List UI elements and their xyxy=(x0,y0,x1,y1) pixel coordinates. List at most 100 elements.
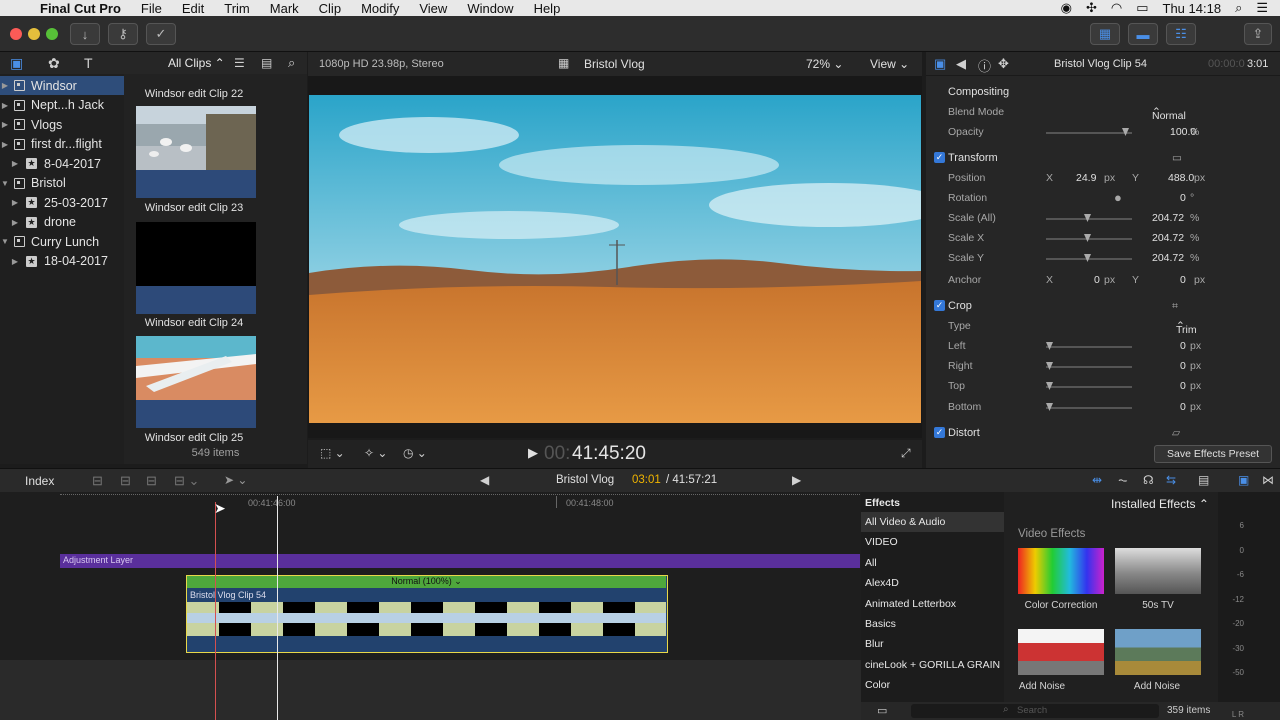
menu-trim[interactable]: Trim xyxy=(224,1,250,16)
50s-tv-tile[interactable] xyxy=(1115,548,1201,594)
record-icon[interactable]: ◉ xyxy=(1061,0,1072,16)
clip-name-24[interactable]: Windsor edit Clip 24 xyxy=(124,317,264,329)
effects-category-8[interactable]: cineLook + GORILLA GRAIN xyxy=(861,655,1004,675)
add-noise-label-1[interactable]: Add Noise xyxy=(992,681,1092,692)
sidebar-toggle-icon[interactable]: ▭ xyxy=(877,704,887,717)
effects-category-7[interactable]: Blur xyxy=(861,634,1004,654)
disclosure-triangle-icon[interactable]: ▼ xyxy=(0,179,10,188)
scale-y-value[interactable]: 204.72 xyxy=(1152,252,1184,264)
library-item-8[interactable]: ▶ ★ drone xyxy=(0,213,124,232)
show-browser-button[interactable]: ▦ xyxy=(1090,23,1120,45)
color-correction-label[interactable]: Color Correction xyxy=(1011,600,1111,611)
headphones-icon[interactable]: ☊ xyxy=(1143,473,1154,487)
effects-category-4[interactable]: Alex4D xyxy=(861,573,1004,593)
wifi-icon[interactable]: ◠ xyxy=(1111,0,1122,16)
add-noise-tile-2[interactable] xyxy=(1115,629,1201,675)
battery-icon[interactable]: ▭ xyxy=(1136,0,1148,16)
crop-top-value[interactable]: 0 xyxy=(1180,380,1186,392)
library-item-6[interactable]: ▼ Bristol xyxy=(0,174,124,193)
crop-section[interactable]: ✓ Crop ⌗ xyxy=(926,296,1280,316)
menu-window[interactable]: Window xyxy=(467,1,513,16)
minimize-window-button[interactable] xyxy=(28,28,40,40)
clip-thumbnail-23[interactable] xyxy=(136,106,256,198)
scale-all-slider[interactable] xyxy=(1046,214,1132,222)
disclosure-triangle-icon[interactable]: ▶ xyxy=(0,101,10,110)
skimming-icon[interactable]: ⇹ xyxy=(1092,473,1102,487)
zoom-popup[interactable]: 72% ⌄ xyxy=(806,57,843,71)
primary-clip[interactable]: Normal (100%) ⌄ Bristol Vlog Clip 54 xyxy=(186,575,668,653)
scale-y-slider[interactable] xyxy=(1046,254,1132,262)
disclosure-triangle-icon[interactable]: ▶ xyxy=(10,198,20,207)
disclosure-triangle-icon[interactable]: ▶ xyxy=(10,257,20,266)
extension-icon[interactable]: ✣ xyxy=(1086,0,1097,16)
crop-type-popup[interactable]: Trim ⌃ xyxy=(1176,320,1197,336)
opacity-slider[interactable] xyxy=(1046,128,1132,136)
clip-name-25[interactable]: Windsor edit Clip 25 xyxy=(124,432,264,444)
transform-menu-icon[interactable]: ⬚ ⌄ xyxy=(320,446,345,460)
add-noise-label-2[interactable]: Add Noise xyxy=(1107,681,1207,692)
clip-mode-bar[interactable]: Normal (100%) ⌄ xyxy=(187,576,666,588)
rotation-dial[interactable]: ● xyxy=(1114,190,1122,205)
apple-icon[interactable] xyxy=(14,1,28,15)
crop-left-value[interactable]: 0 xyxy=(1180,340,1186,352)
info-inspector-icon[interactable]: ⓘ xyxy=(978,56,991,75)
effects-category-5[interactable]: Animated Letterbox xyxy=(861,594,1004,614)
effects-category-1[interactable]: All Video & Audio xyxy=(861,512,1004,532)
effects-browser-icon[interactable]: ▣ xyxy=(1238,473,1249,487)
effects-search-field[interactable]: ⌕ Search xyxy=(911,704,1159,718)
menu-edit[interactable]: Edit xyxy=(182,1,204,16)
transform-inspector-icon[interactable]: ✥ xyxy=(998,56,1009,72)
close-window-button[interactable] xyxy=(10,28,22,40)
view-popup[interactable]: View ⌄ xyxy=(870,57,909,71)
zoom-window-button[interactable] xyxy=(46,28,58,40)
library-item-4[interactable]: ▶ first dr...flight xyxy=(0,135,124,154)
import-button[interactable]: ↓ xyxy=(70,23,100,45)
menu-modify[interactable]: Modify xyxy=(361,1,399,16)
keywords-button[interactable]: ⚷ xyxy=(108,23,138,45)
clip-appearance-icon[interactable]: ☰ xyxy=(234,56,245,70)
disclosure-triangle-icon[interactable]: ▶ xyxy=(10,159,20,168)
disclosure-triangle-icon[interactable]: ▶ xyxy=(10,218,20,227)
transform-onscreen-icon[interactable]: ▭ xyxy=(1172,152,1182,164)
fullscreen-icon[interactable]: ⤢ xyxy=(901,446,911,461)
video-frame[interactable] xyxy=(309,95,921,423)
compositing-section[interactable]: Compositing xyxy=(926,82,1280,102)
share-button[interactable]: ⇪ xyxy=(1244,23,1272,45)
anchor-x-value[interactable]: 0 xyxy=(1094,274,1100,286)
crop-left-slider[interactable] xyxy=(1046,342,1132,350)
crop-right-value[interactable]: 0 xyxy=(1180,360,1186,372)
adjustment-layer-clip[interactable]: Adjustment Layer xyxy=(60,554,860,568)
anchor-y-value[interactable]: 0 xyxy=(1180,274,1186,286)
insert-clip-icon[interactable]: ⊟ xyxy=(120,473,131,489)
clip-appearance-icon[interactable]: ▤ xyxy=(1198,473,1209,487)
snapping-icon[interactable]: ⇆ xyxy=(1166,473,1176,487)
menu-help[interactable]: Help xyxy=(534,1,561,16)
video-inspector-icon[interactable]: ▣ xyxy=(934,56,946,72)
scale-all-value[interactable]: 204.72 xyxy=(1152,212,1184,224)
crop-bottom-value[interactable]: 0 xyxy=(1180,401,1186,413)
menu-mark[interactable]: Mark xyxy=(270,1,299,16)
disclosure-triangle-icon[interactable]: ▶ xyxy=(0,120,10,129)
enhancements-icon[interactable]: ✧ ⌄ xyxy=(364,446,387,460)
background-tasks-button[interactable]: ✓ xyxy=(146,23,176,45)
list-icon[interactable]: ☰ xyxy=(1256,0,1268,16)
menu-clip[interactable]: Clip xyxy=(319,1,341,16)
transform-section[interactable]: ✓ Transform ▭ xyxy=(926,148,1280,168)
connect-clip-icon[interactable]: ⊟ xyxy=(92,473,103,489)
color-correction-tile[interactable] xyxy=(1018,548,1104,594)
transitions-browser-icon[interactable]: ⋈ xyxy=(1262,473,1274,487)
disclosure-triangle-icon[interactable]: ▼ xyxy=(0,237,10,246)
library-item-9[interactable]: ▼ Curry Lunch xyxy=(0,232,124,251)
audio-inspector-icon[interactable]: ◀ xyxy=(956,56,966,72)
back-arrow-icon[interactable]: ◀ xyxy=(480,473,489,487)
crop-right-slider[interactable] xyxy=(1046,362,1132,370)
distort-section[interactable]: ✓ Distort ▱ xyxy=(926,423,1280,443)
rotation-value[interactable]: 0 xyxy=(1180,192,1186,204)
clip-thumbnail-24[interactable] xyxy=(136,222,256,314)
titles-generators-icon[interactable]: T xyxy=(84,55,93,71)
show-inspector-button[interactable]: ☷ xyxy=(1166,23,1196,45)
position-x-value[interactable]: 24.9 xyxy=(1076,172,1096,184)
crop-top-slider[interactable] xyxy=(1046,382,1132,390)
audio-skimming-icon[interactable]: ⏦ xyxy=(1118,473,1128,488)
blend-mode-popup[interactable]: Normal ⌃ xyxy=(1152,106,1186,122)
